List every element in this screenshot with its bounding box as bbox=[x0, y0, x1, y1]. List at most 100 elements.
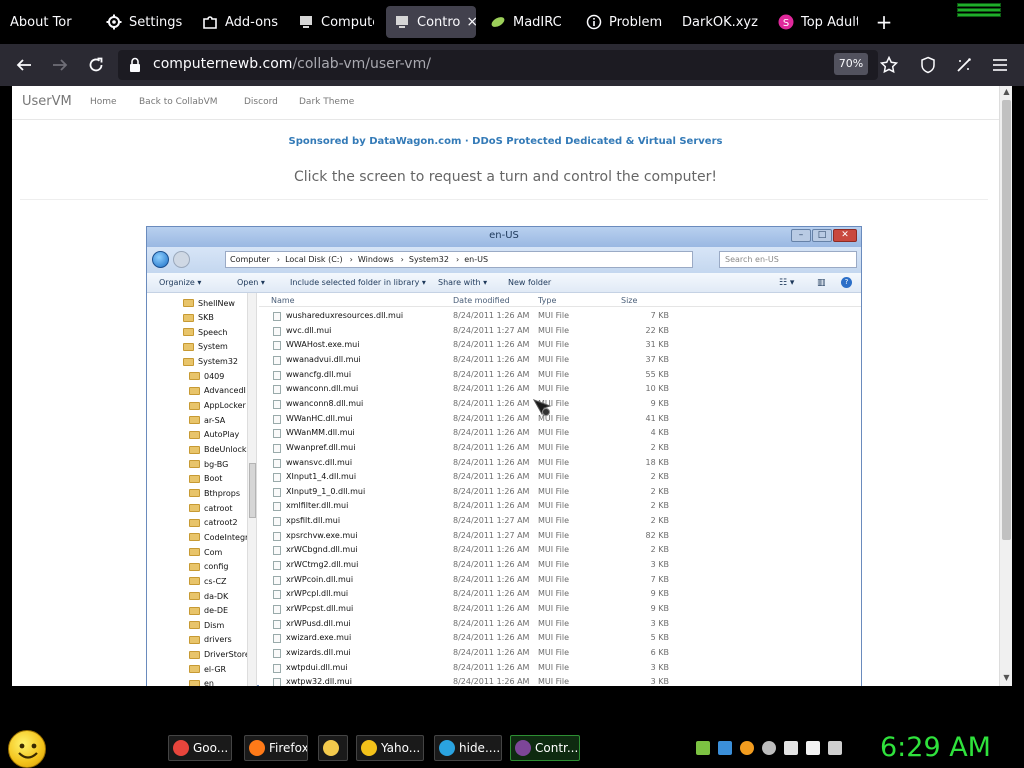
help-icon[interactable]: ? bbox=[841, 277, 852, 288]
tree-item[interactable]: AppLocker bbox=[189, 399, 246, 413]
breadcrumb[interactable]: Computer › Local Disk (C:) › Windows › Syst… bbox=[225, 251, 693, 268]
shield-icon[interactable] bbox=[916, 53, 940, 77]
file-row[interactable]: xpsrchvw.exe.mui 8/24/2011 1:27 AM MUI Fil… bbox=[259, 529, 861, 544]
file-row[interactable]: xwtpdui.dll.mui 8/24/2011 1:26 AM MUI File… bbox=[259, 661, 861, 676]
file-row[interactable]: XInput1_4.dll.mui 8/24/2011 1:26 AM MUI Fi… bbox=[259, 470, 861, 485]
nav-dark-theme-link[interactable]: Dark Theme bbox=[299, 97, 354, 107]
url-bar[interactable]: computernewb.com/collab-vm/user-vm/ bbox=[118, 50, 878, 80]
file-row[interactable]: xrWPusd.dll.mui 8/24/2011 1:26 AM MUI File… bbox=[259, 617, 861, 632]
file-row[interactable]: wwancfg.dll.mui 8/24/2011 1:26 AM MUI File… bbox=[259, 368, 861, 383]
tray-search-icon[interactable] bbox=[740, 741, 754, 755]
tree-item[interactable]: Com bbox=[189, 545, 222, 559]
back-arrow-icon[interactable] bbox=[152, 251, 169, 268]
tab-add-ons[interactable]: Add-ons bbox=[202, 0, 282, 44]
explorer-titlebar[interactable]: en-US – □ ✕ bbox=[147, 227, 861, 247]
scroll-down-arrow-icon[interactable]: ▼ bbox=[1000, 672, 1013, 684]
scrollbar-thumb[interactable] bbox=[1002, 100, 1011, 540]
vm-screen[interactable]: en-US – □ ✕ Computer › Local Disk (C:) › W… bbox=[146, 226, 862, 686]
zoom-level-button[interactable]: 70% bbox=[834, 53, 868, 75]
tab-computer[interactable]: Compute bbox=[298, 0, 374, 44]
tree-item[interactable]: drivers bbox=[189, 633, 232, 647]
tor-circuit-icon[interactable] bbox=[952, 53, 976, 77]
file-row[interactable]: xrWPcpl.dll.mui 8/24/2011 1:26 AM MUI File… bbox=[259, 587, 861, 602]
tab-problem[interactable]: Problem L bbox=[586, 0, 662, 44]
page-scrollbar[interactable]: ▲ ▼ bbox=[999, 86, 1012, 686]
taskbar-button[interactable]: Firefox bbox=[244, 735, 308, 761]
tray-network-icon[interactable] bbox=[718, 741, 732, 755]
file-row[interactable]: xmlfilter.dll.mui 8/24/2011 1:26 AM MUI Fi… bbox=[259, 499, 861, 514]
nav-discord-link[interactable]: Discord bbox=[244, 97, 278, 107]
tray-display-icon[interactable] bbox=[806, 741, 820, 755]
close-tab-icon[interactable]: × bbox=[466, 14, 476, 30]
sponsor-link[interactable]: Sponsored by DataWagon.com · DDoS Protec… bbox=[12, 136, 999, 147]
tree-item[interactable]: bg-BG bbox=[189, 457, 228, 471]
file-row[interactable]: xrWPcoin.dll.mui 8/24/2011 1:26 AM MUI Fil… bbox=[259, 573, 861, 588]
breadcrumb-item[interactable]: en-US bbox=[464, 255, 488, 264]
site-brand[interactable]: UserVM bbox=[22, 94, 72, 109]
back-button[interactable] bbox=[12, 53, 36, 77]
breadcrumb-item[interactable]: Computer bbox=[230, 255, 270, 264]
tab-top-adult[interactable]: S Top Adult bbox=[778, 0, 858, 44]
taskbar-button[interactable] bbox=[318, 735, 348, 761]
nav-back-to-collabvm-link[interactable]: Back to CollabVM bbox=[139, 97, 218, 107]
tray-app-icon[interactable] bbox=[696, 741, 710, 755]
tree-item[interactable]: AdvancedI bbox=[189, 384, 246, 398]
column-name[interactable]: Name bbox=[271, 296, 295, 305]
new-tab-button[interactable]: + bbox=[872, 12, 896, 32]
file-row[interactable]: wwanconn.dll.mui 8/24/2011 1:26 AM MUI Fil… bbox=[259, 382, 861, 397]
tree-item[interactable]: Boot bbox=[189, 472, 222, 486]
bookmark-star-icon[interactable] bbox=[877, 53, 901, 77]
tree-item[interactable]: ShellNew bbox=[183, 296, 235, 310]
tree-item[interactable]: ar-SA bbox=[189, 413, 225, 427]
tree-item[interactable]: SKB bbox=[183, 311, 214, 325]
file-row[interactable]: XInput9_1_0.dll.mui 8/24/2011 1:26 AM MUI … bbox=[259, 485, 861, 500]
file-row[interactable]: WWanMM.dll.mui 8/24/2011 1:26 AM MUI File 4… bbox=[259, 426, 861, 441]
tree-item[interactable]: el-GR bbox=[189, 662, 226, 676]
file-row[interactable]: xwizards.dll.mui 8/24/2011 1:26 AM MUI Fil… bbox=[259, 646, 861, 661]
column-type[interactable]: Type bbox=[538, 296, 556, 305]
file-row[interactable]: wwanadvui.dll.mui 8/24/2011 1:26 AM MUI Fi… bbox=[259, 353, 861, 368]
reload-button[interactable] bbox=[84, 53, 108, 77]
file-row[interactable]: wwanconn8.dll.mui 8/24/2011 1:26 AM MUI Fi… bbox=[259, 397, 861, 412]
file-row[interactable]: xwtpw32.dll.mui 8/24/2011 1:26 AM MUI File… bbox=[259, 675, 861, 686]
file-row[interactable]: wushareduxresources.dll.mui 8/24/2011 1:2… bbox=[259, 309, 861, 324]
tab-control-active[interactable]: Contro × bbox=[386, 6, 476, 38]
view-options-icon[interactable]: ☷ ▾ bbox=[779, 278, 794, 288]
file-row[interactable]: wvc.dll.mui 8/24/2011 1:27 AM MUI File 22 K… bbox=[259, 324, 861, 339]
taskbar-button[interactable]: hide.... bbox=[434, 735, 502, 761]
organize-button[interactable]: Organize ▾ bbox=[159, 278, 201, 287]
file-row[interactable]: xrWCbgnd.dll.mui 8/24/2011 1:26 AM MUI Fil… bbox=[259, 543, 861, 558]
file-row[interactable]: xwizard.exe.mui 8/24/2011 1:26 AM MUI File… bbox=[259, 631, 861, 646]
scroll-up-arrow-icon[interactable]: ▲ bbox=[1000, 86, 1013, 98]
tree-item[interactable]: en bbox=[189, 677, 214, 686]
tree-item[interactable]: Bthprops bbox=[189, 486, 240, 500]
site-info-icon[interactable] bbox=[128, 57, 142, 77]
taskbar-button[interactable]: Goo... bbox=[168, 735, 232, 761]
tree-item[interactable]: catroot bbox=[189, 501, 232, 515]
tree-item[interactable]: config bbox=[189, 560, 228, 574]
tab-darkok[interactable]: DarkOK.xyz bbox=[682, 0, 762, 44]
file-row[interactable]: xrWCtmg2.dll.mui 8/24/2011 1:26 AM MUI Fil… bbox=[259, 558, 861, 573]
column-size[interactable]: Size bbox=[621, 296, 637, 305]
tree-item[interactable]: de-DE bbox=[189, 604, 228, 618]
breadcrumb-item[interactable]: Local Disk (C:) bbox=[285, 255, 343, 264]
file-row[interactable]: wwansvc.dll.mui 8/24/2011 1:26 AM MUI File… bbox=[259, 456, 861, 471]
file-row[interactable]: WWanHC.dll.mui 8/24/2011 1:26 AM MUI File 4… bbox=[259, 412, 861, 427]
taskbar-button[interactable]: Yaho... bbox=[356, 735, 424, 761]
tree-item[interactable]: catroot2 bbox=[189, 516, 238, 530]
file-row[interactable]: WWAHost.exe.mui 8/24/2011 1:26 AM MUI File… bbox=[259, 338, 861, 353]
new-folder-button[interactable]: New folder bbox=[508, 278, 551, 287]
nav-home-link[interactable]: Home bbox=[90, 97, 117, 107]
open-button[interactable]: Open ▾ bbox=[237, 278, 265, 287]
preview-pane-icon[interactable]: ▥ bbox=[817, 278, 826, 288]
breadcrumb-item[interactable]: System32 bbox=[409, 255, 449, 264]
tree-item[interactable]: da-DK bbox=[189, 589, 228, 603]
taskbar-clock[interactable]: 6:29 AM bbox=[880, 732, 1024, 763]
tree-item[interactable]: BdeUnlock bbox=[189, 443, 247, 457]
tree-item[interactable]: cs-CZ bbox=[189, 574, 227, 588]
start-smiley-icon[interactable] bbox=[8, 730, 46, 768]
explorer-search-input[interactable]: Search en-US bbox=[719, 251, 857, 268]
file-row[interactable]: xpsfilt.dll.mui 8/24/2011 1:27 AM MUI File… bbox=[259, 514, 861, 529]
tree-item[interactable]: System bbox=[183, 340, 228, 354]
tab-about-tor[interactable]: About Tor bbox=[10, 0, 92, 44]
